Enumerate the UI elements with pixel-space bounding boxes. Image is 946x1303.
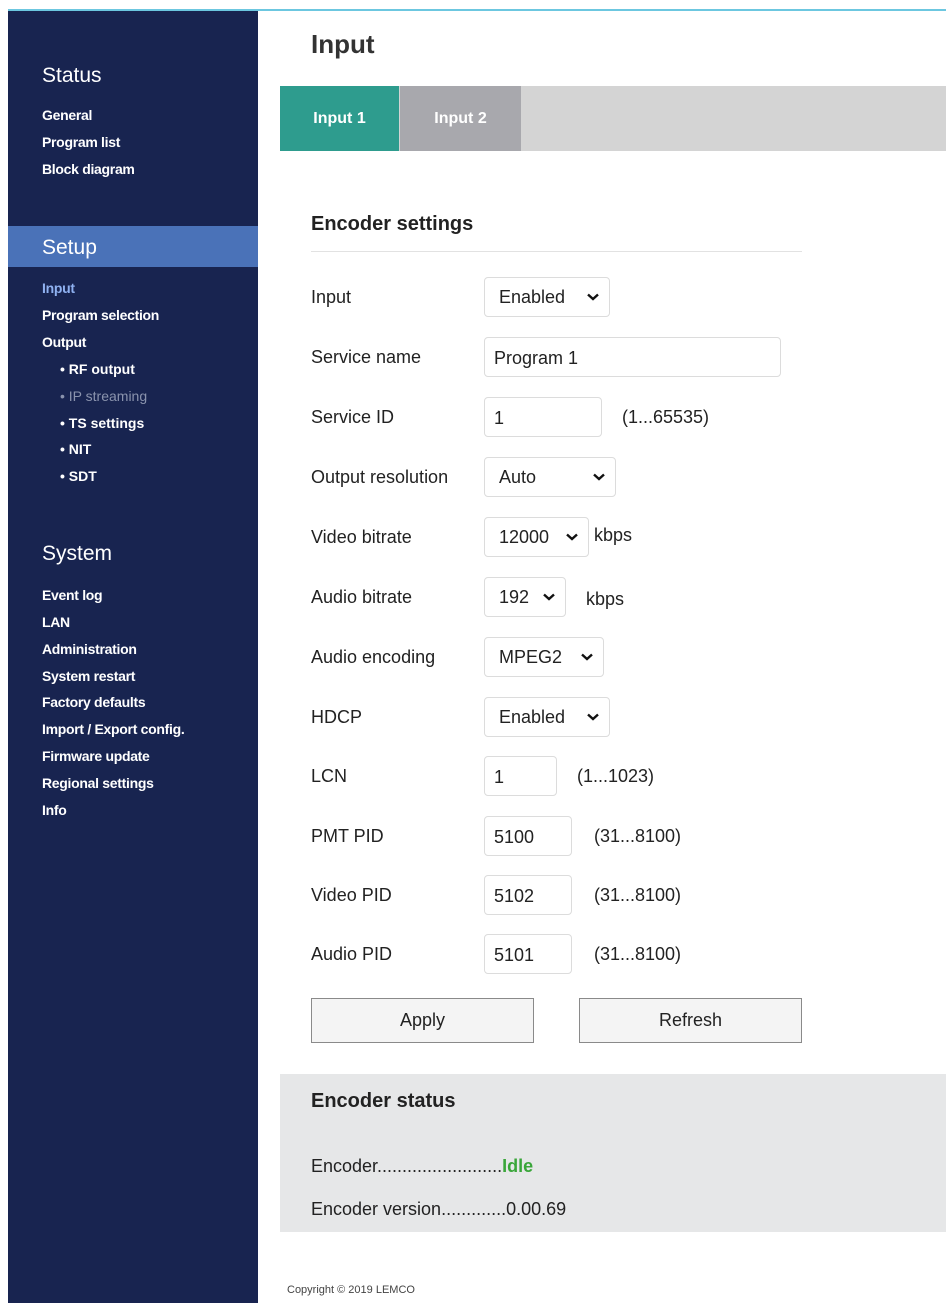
bullet: •	[60, 468, 65, 484]
sidebar-heading-system: System	[42, 542, 113, 565]
copyright-text: Copyright © 2019 LEMCO	[287, 1284, 415, 1296]
sidebar-subitem-ts-settings[interactable]: • TS settings	[60, 415, 144, 431]
chevron-down-icon	[587, 698, 599, 721]
sidebar-item-lan[interactable]: LAN	[42, 614, 70, 630]
select-value: Auto	[499, 467, 537, 487]
select-value: 192	[499, 587, 530, 607]
encoder-status-panel: Encoder status Encoder..................…	[280, 1074, 946, 1232]
chevron-down-icon	[543, 578, 555, 601]
chevron-down-icon	[566, 518, 578, 541]
sidebar-item-system-restart[interactable]: System restart	[42, 668, 135, 684]
chevron-down-icon	[581, 638, 593, 661]
encoder-version-line: Encoder version.............0.00.69	[311, 1199, 566, 1220]
sidebar-item-program-list[interactable]: Program list	[42, 134, 120, 150]
sidebar-heading-setup: Setup	[42, 236, 97, 259]
page-title: Input	[311, 29, 375, 59]
service-name-label: Service name	[311, 347, 422, 367]
sidebar-item-import-export[interactable]: Import / Export config.	[42, 721, 185, 737]
encoder-version-label: Encoder version.............	[311, 1199, 507, 1219]
sidebar-item-factory-defaults[interactable]: Factory defaults	[42, 694, 146, 710]
lcn-input[interactable]: 1	[484, 756, 557, 796]
output-resolution-label: Output resolution	[311, 467, 449, 487]
audio-pid-label: Audio PID	[311, 944, 393, 964]
sidebar-subitem-label: SDT	[68, 468, 97, 484]
video-pid-range: (31...8100)	[594, 885, 682, 905]
audio-bitrate-select[interactable]: 192	[484, 577, 566, 617]
sidebar-item-input[interactable]: Input	[42, 280, 75, 296]
encoder-status-title: Encoder status	[311, 1090, 456, 1112]
bullet: •	[60, 441, 65, 457]
sidebar: Status General Program list Block diagra…	[8, 11, 258, 1303]
sidebar-subitem-sdt[interactable]: • SDT	[60, 468, 97, 484]
sidebar-heading-status: Status	[42, 64, 102, 87]
sidebar-item-info[interactable]: Info	[42, 802, 67, 818]
sidebar-item-regional-settings[interactable]: Regional settings	[42, 775, 154, 791]
pmt-pid-input[interactable]: 5100	[484, 816, 572, 856]
bullet: •	[60, 388, 65, 404]
pmt-pid-label: PMT PID	[311, 826, 384, 846]
pmt-pid-range: (31...8100)	[594, 826, 682, 846]
app-window: Status General Program list Block diagra…	[0, 0, 946, 1303]
section-divider	[311, 251, 802, 252]
video-bitrate-select[interactable]: 12000	[484, 517, 589, 557]
sidebar-item-program-selection[interactable]: Program selection	[42, 307, 159, 323]
select-value: Enabled	[499, 707, 566, 727]
video-bitrate-label: Video bitrate	[311, 527, 412, 547]
refresh-button[interactable]: Refresh	[579, 998, 802, 1043]
encoder-version-value: 0.00.69	[506, 1199, 567, 1219]
input-select[interactable]: Enabled	[484, 277, 610, 317]
chevron-down-icon	[587, 278, 599, 301]
service-id-label: Service ID	[311, 407, 395, 427]
sidebar-item-firmware-update[interactable]: Firmware update	[42, 748, 150, 764]
audio-encoding-select[interactable]: MPEG2	[484, 637, 604, 677]
main-content: Input Input 1 Input 2 Encoder settings I…	[258, 11, 946, 1303]
audio-pid-range: (31...8100)	[594, 944, 682, 964]
service-id-range: (1...65535)	[622, 407, 710, 427]
sidebar-subitem-label: IP streaming	[68, 388, 148, 404]
encoder-state-line: Encoder.........................Idle	[311, 1156, 533, 1177]
sidebar-item-block-diagram[interactable]: Block diagram	[42, 161, 135, 177]
left-edge	[0, 9, 8, 1303]
encoder-settings-title: Encoder settings	[311, 213, 474, 235]
video-bitrate-unit: kbps	[594, 525, 633, 545]
audio-encoding-label: Audio encoding	[311, 647, 436, 667]
encoder-state-label: Encoder.........................	[311, 1156, 503, 1176]
lcn-range: (1...1023)	[577, 766, 655, 786]
sidebar-subitem-label: RF output	[68, 361, 135, 377]
select-value: 12000	[499, 527, 550, 547]
sidebar-subitem-label: NIT	[68, 441, 92, 457]
chevron-down-icon	[593, 458, 605, 481]
hdcp-label: HDCP	[311, 707, 363, 727]
output-resolution-select[interactable]: Auto	[484, 457, 616, 497]
bullet: •	[60, 415, 65, 431]
sidebar-item-administration[interactable]: Administration	[42, 641, 137, 657]
audio-pid-input[interactable]: 5101	[484, 934, 572, 974]
encoder-state-value: Idle	[502, 1156, 534, 1176]
video-pid-label: Video PID	[311, 885, 392, 905]
sidebar-item-general[interactable]: General	[42, 107, 92, 123]
service-id-input[interactable]: 1	[484, 397, 602, 437]
video-pid-input[interactable]: 5102	[484, 875, 572, 915]
select-value: MPEG2	[499, 647, 563, 667]
sidebar-subitem-label: TS settings	[68, 415, 145, 431]
bullet: •	[60, 361, 65, 377]
input-label: Input	[311, 287, 352, 307]
select-value: Enabled	[499, 287, 566, 307]
service-name-input[interactable]: Program 1	[484, 337, 781, 377]
audio-bitrate-unit: kbps	[586, 589, 625, 609]
sidebar-subitem-rf-output[interactable]: • RF output	[60, 361, 135, 377]
audio-bitrate-label: Audio bitrate	[311, 587, 413, 607]
sidebar-item-event-log[interactable]: Event log	[42, 587, 103, 603]
sidebar-item-output[interactable]: Output	[42, 334, 86, 350]
sidebar-subitem-ip-streaming: • IP streaming	[60, 388, 147, 404]
sidebar-subitem-nit[interactable]: • NIT	[60, 441, 91, 457]
apply-button[interactable]: Apply	[311, 998, 534, 1043]
tab-input-1[interactable]: Input 1	[280, 86, 399, 151]
lcn-label: LCN	[311, 766, 348, 786]
tab-bar: Input 1 Input 2	[280, 86, 946, 151]
hdcp-select[interactable]: Enabled	[484, 697, 610, 737]
tab-input-2[interactable]: Input 2	[400, 86, 521, 151]
